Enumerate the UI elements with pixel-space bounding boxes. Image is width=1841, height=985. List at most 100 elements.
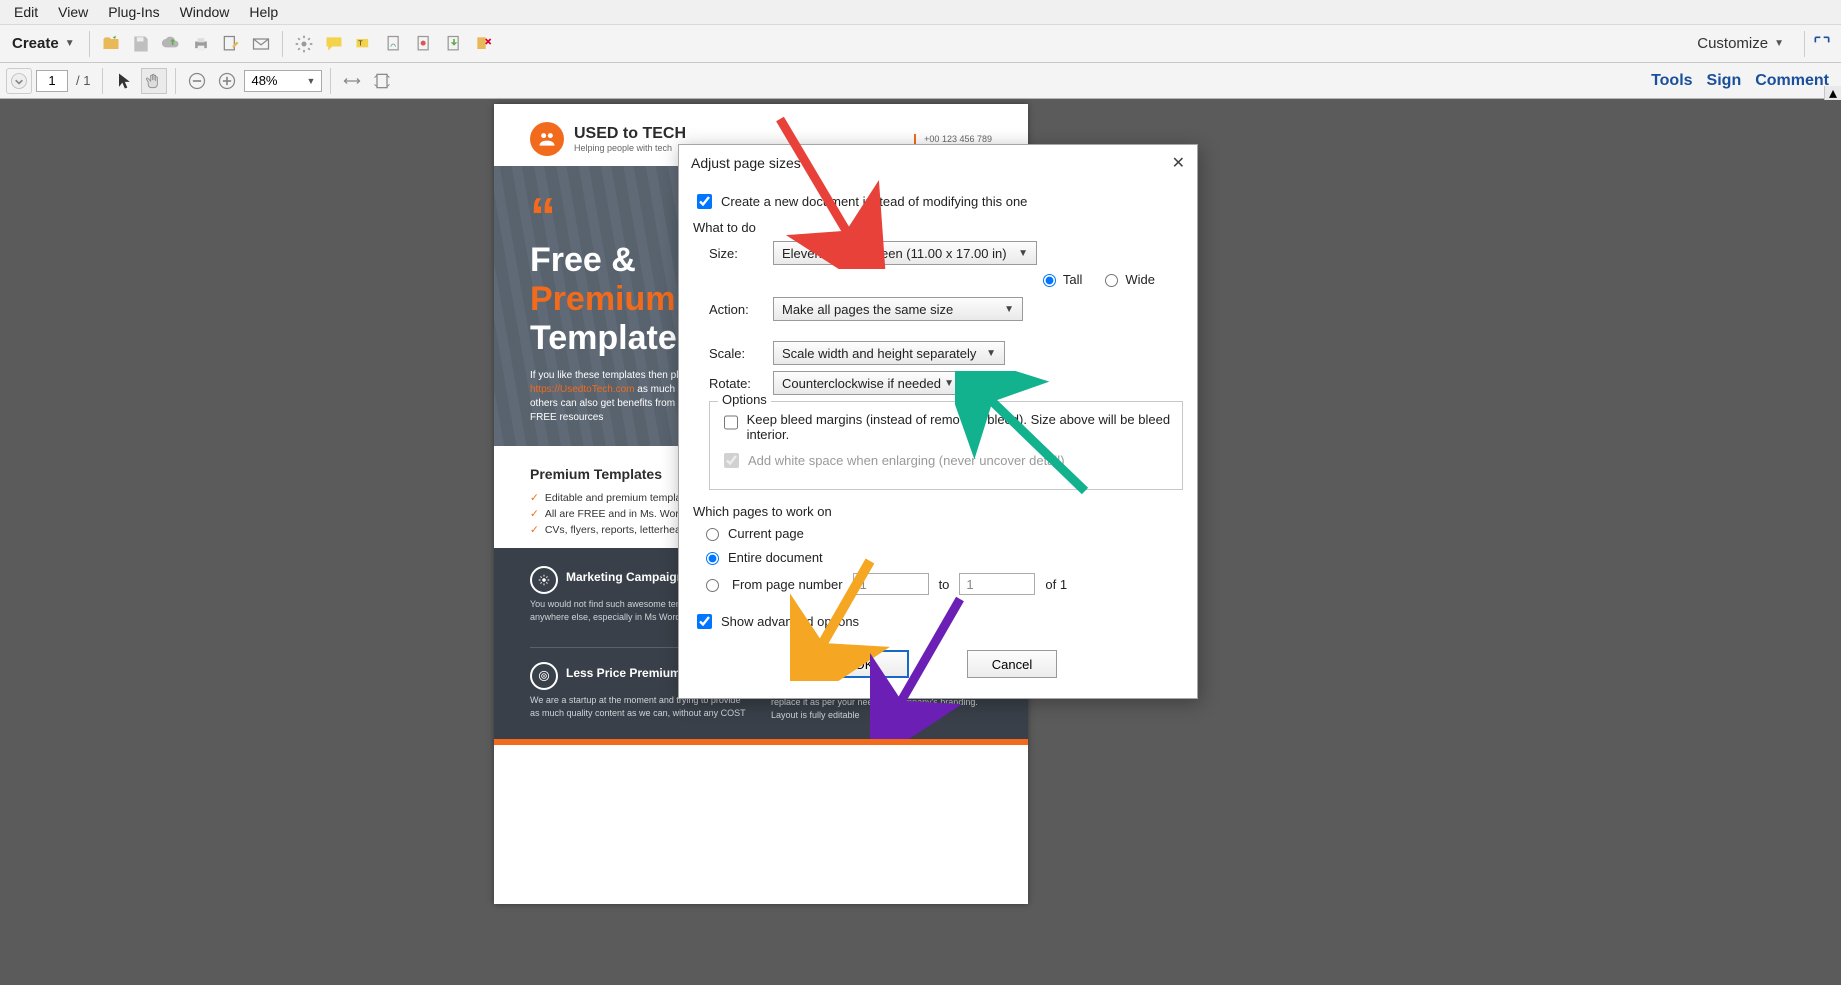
from-page-radio[interactable] xyxy=(706,579,719,592)
fit-width-icon[interactable] xyxy=(339,68,365,94)
svg-text:T: T xyxy=(358,38,363,47)
rotate-label: Rotate: xyxy=(709,376,763,391)
size-label: Size: xyxy=(709,246,763,261)
dropdown-caret-icon: ▼ xyxy=(65,38,75,49)
to-label: to xyxy=(939,577,950,592)
menu-help[interactable]: Help xyxy=(239,1,288,23)
create-new-label: Create a new document instead of modifyi… xyxy=(721,194,1027,209)
scale-value: Scale width and height separately xyxy=(782,346,986,361)
options-title: Options xyxy=(718,392,771,407)
hand-icon[interactable] xyxy=(141,68,167,94)
tall-radio[interactable] xyxy=(1043,274,1056,287)
cloud-upload-icon[interactable] xyxy=(158,31,184,57)
sign-doc-icon[interactable] xyxy=(381,31,407,57)
gr-copy: replace it as per your needs or company'… xyxy=(771,696,992,721)
highlight-icon[interactable]: T xyxy=(351,31,377,57)
mk-heading: Marketing Campaign xyxy=(566,570,684,584)
page-down-icon[interactable] xyxy=(6,68,32,94)
dropdown-caret-icon: ▼ xyxy=(307,76,316,86)
gear-icon[interactable] xyxy=(291,31,317,57)
zoom-combo[interactable]: 48% ▼ xyxy=(244,70,322,92)
zoom-in-icon[interactable] xyxy=(214,68,240,94)
menu-window[interactable]: Window xyxy=(170,1,240,23)
target-circle-icon xyxy=(530,662,558,690)
create-button[interactable]: Create ▼ xyxy=(6,31,81,56)
tall-label: Tall xyxy=(1063,272,1083,287)
adjust-page-sizes-dialog: Adjust page sizes ✕ Create a new documen… xyxy=(678,144,1198,699)
fit-page-icon[interactable] xyxy=(369,68,395,94)
show-advanced-checkbox[interactable] xyxy=(697,614,712,629)
close-icon[interactable]: ✕ xyxy=(1172,153,1185,173)
brand-phone: +00 123 456 789 xyxy=(914,134,992,144)
which-pages-label: Which pages to work on xyxy=(693,504,1183,519)
zoom-out-icon[interactable] xyxy=(184,68,210,94)
workspace: ▴ USED to TECH Helping people with tech … xyxy=(0,99,1841,985)
save-icon[interactable] xyxy=(128,31,154,57)
options-group: Options Keep bleed margins (instead of r… xyxy=(709,401,1183,490)
brand-logo-icon xyxy=(530,122,564,156)
export-icon[interactable] xyxy=(441,31,467,57)
hero-link: https://UsedtoTech.com xyxy=(530,384,635,395)
keep-bleed-checkbox[interactable] xyxy=(724,415,738,430)
ok-button[interactable]: OK xyxy=(819,650,909,678)
zoom-value: 48% xyxy=(251,73,277,88)
from-page-label: From page number xyxy=(732,577,843,592)
scroll-up-icon[interactable]: ▴ xyxy=(1824,86,1841,100)
sign-link[interactable]: Sign xyxy=(1707,72,1742,90)
brand-subtitle: Helping people with tech xyxy=(574,143,686,153)
of-label: of 1 xyxy=(1045,577,1067,592)
to-page-input[interactable] xyxy=(959,573,1035,595)
action-value: Make all pages the same size xyxy=(782,302,1004,317)
size-combo[interactable]: Eleven by seventeen (11.00 x 17.00 in) ▼ xyxy=(773,241,1037,265)
entire-doc-label: Entire document xyxy=(728,550,823,565)
scale-combo[interactable]: Scale width and height separately ▼ xyxy=(773,341,1005,365)
from-page-input[interactable] xyxy=(853,573,929,595)
mail-icon[interactable] xyxy=(248,31,274,57)
action-combo[interactable]: Make all pages the same size ▼ xyxy=(773,297,1023,321)
menu-edit[interactable]: Edit xyxy=(4,1,48,23)
print-icon[interactable] xyxy=(188,31,214,57)
scale-label: Scale: xyxy=(709,346,763,361)
main-toolbar: Create ▼ T Customize ▼ xyxy=(0,25,1841,63)
cursor-icon[interactable] xyxy=(111,68,137,94)
cancel-button[interactable]: Cancel xyxy=(967,650,1057,678)
chevron-down-icon: ▼ xyxy=(944,378,954,389)
whitespace-checkbox xyxy=(724,453,739,468)
keep-bleed-label: Keep bleed margins (instead of removing … xyxy=(747,412,1172,442)
show-advanced-label: Show advanced options xyxy=(721,614,859,629)
dropdown-caret-icon: ▼ xyxy=(1774,38,1784,49)
nav-toolbar: / 1 48% ▼ Tools Sign Comment xyxy=(0,63,1841,99)
expand-icon[interactable] xyxy=(1809,31,1835,57)
red-x-icon[interactable] xyxy=(471,31,497,57)
customize-label: Customize xyxy=(1697,35,1768,52)
current-page-label: Current page xyxy=(728,526,804,541)
stamp-icon[interactable] xyxy=(411,31,437,57)
tools-link[interactable]: Tools xyxy=(1651,72,1692,90)
customize-button[interactable]: Customize ▼ xyxy=(1689,31,1792,56)
rotate-combo[interactable]: Counterclockwise if needed ▼ xyxy=(773,371,963,395)
whitespace-label: Add white space when enlarging (never un… xyxy=(748,453,1065,468)
create-new-checkbox[interactable] xyxy=(697,194,712,209)
menu-view[interactable]: View xyxy=(48,1,98,23)
page-total-label: / 1 xyxy=(76,73,90,88)
comment-icon[interactable] xyxy=(321,31,347,57)
menubar: Edit View Plug-Ins Window Help xyxy=(0,0,1841,25)
dialog-title: Adjust page sizes xyxy=(691,155,801,171)
brand-title: USED to TECH xyxy=(574,125,686,143)
wide-label: Wide xyxy=(1125,272,1155,287)
create-label: Create xyxy=(12,35,59,52)
what-to-do-label: What to do xyxy=(693,220,1183,235)
chevron-down-icon: ▼ xyxy=(1018,248,1028,259)
edit-doc-icon[interactable] xyxy=(218,31,244,57)
rotate-value: Counterclockwise if needed xyxy=(782,376,944,391)
gear-circle-icon xyxy=(530,566,558,594)
page-number-input[interactable] xyxy=(36,70,68,92)
menu-plugins[interactable]: Plug-Ins xyxy=(98,1,169,23)
current-page-radio[interactable] xyxy=(706,528,719,541)
size-value: Eleven by seventeen (11.00 x 17.00 in) xyxy=(782,246,1018,261)
chevron-down-icon: ▼ xyxy=(986,348,996,359)
wide-radio[interactable] xyxy=(1105,274,1118,287)
open-folder-icon[interactable] xyxy=(98,31,124,57)
comment-link[interactable]: Comment xyxy=(1755,72,1829,90)
entire-doc-radio[interactable] xyxy=(706,552,719,565)
